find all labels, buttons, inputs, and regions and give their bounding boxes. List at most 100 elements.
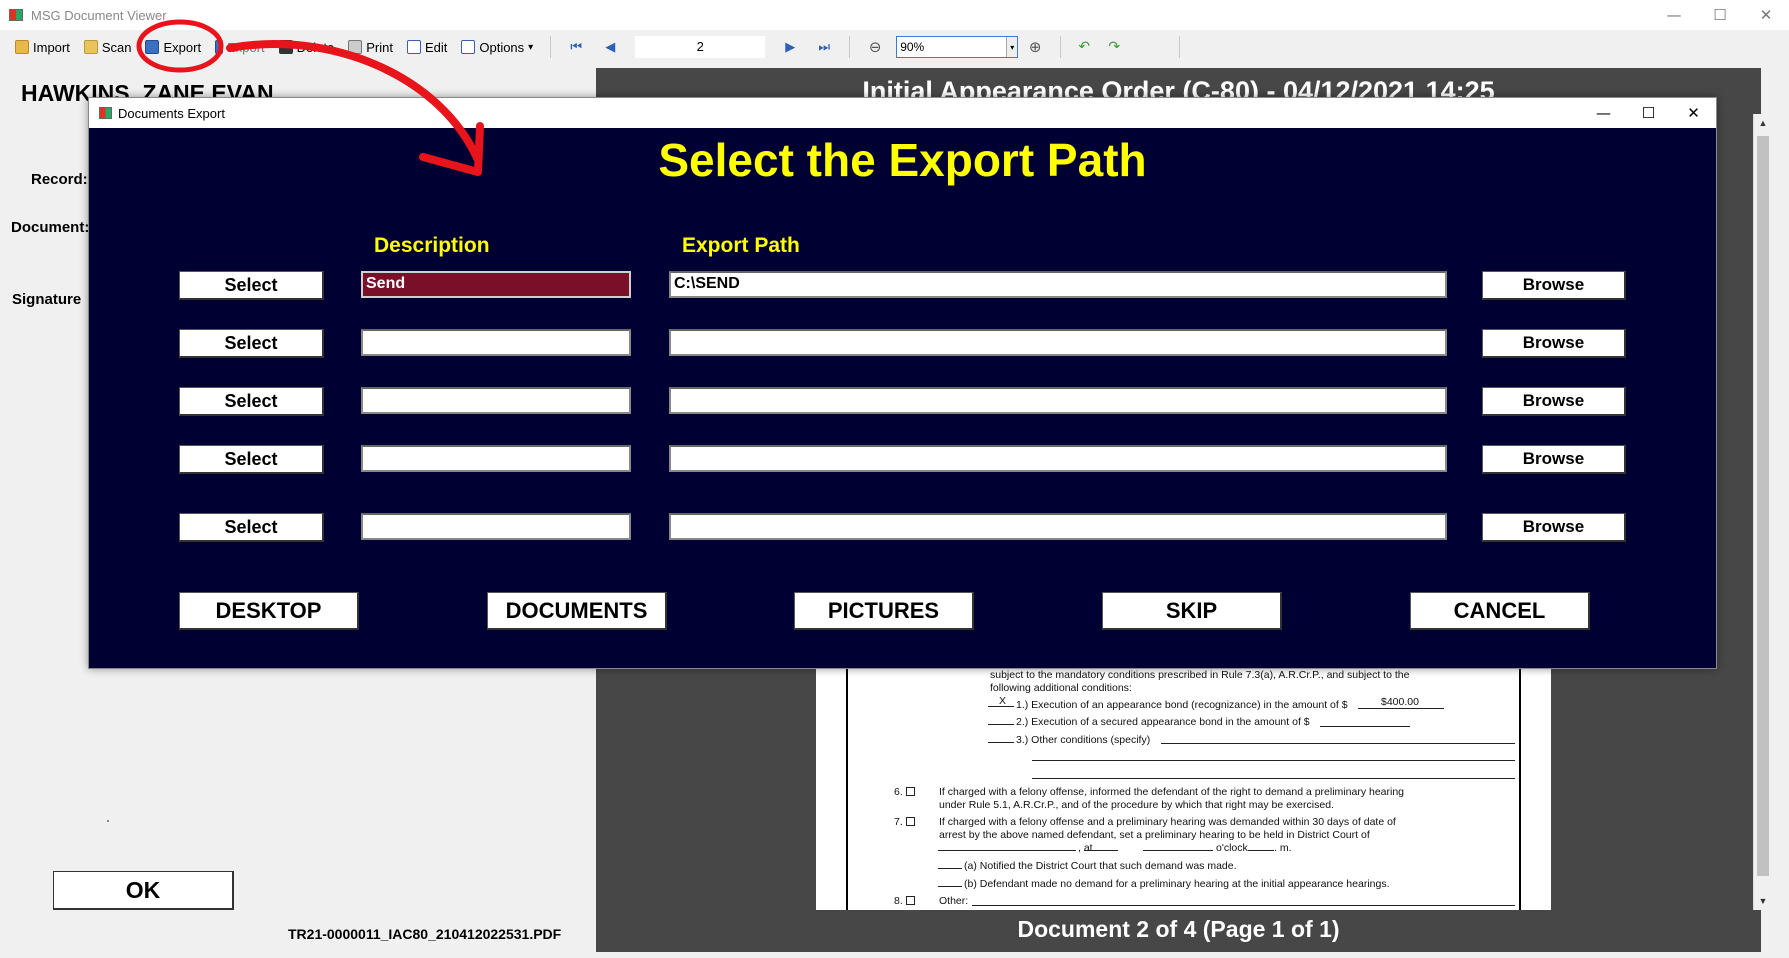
export-path-field-5[interactable] (669, 513, 1447, 540)
zoom-value: 90% (900, 40, 925, 54)
import-button[interactable]: Import (10, 34, 75, 60)
toolbar-divider (550, 36, 552, 58)
doc-item-number-8: 8. (894, 895, 903, 907)
select-button-4[interactable]: Select (179, 445, 324, 474)
signature-mark (107, 820, 109, 822)
scan-label: Scan (101, 39, 132, 55)
checkbox-icon (905, 896, 915, 905)
chevron-down-icon[interactable]: ▾ (1006, 37, 1018, 57)
select-button-5[interactable]: Select (179, 513, 324, 542)
doc-text: 3.) Other conditions (specify) (1016, 734, 1151, 746)
document-icon (461, 40, 476, 54)
doc-underline (1032, 778, 1515, 779)
export-path-field-2[interactable] (669, 329, 1447, 356)
document-page: subject to the mandatory conditions pres… (816, 660, 1551, 910)
page-number-input[interactable]: 2 (635, 36, 766, 58)
doc-amount: $400.00 (1381, 696, 1419, 708)
doc-text: If charged with a felony offense and a p… (939, 816, 1396, 828)
export-path-field-3[interactable] (669, 387, 1447, 414)
doc-text: subject to the mandatory conditions pres… (990, 669, 1410, 681)
delete-button[interactable]: Delete (274, 34, 340, 60)
doc-underline (1084, 850, 1118, 851)
doc-underline (988, 706, 1014, 707)
browse-button-5[interactable]: Browse (1482, 513, 1626, 542)
doc-underline (972, 905, 1515, 906)
rotate-right-icon[interactable]: ↷ (1105, 38, 1123, 56)
pictures-button[interactable]: PICTURES (794, 592, 974, 630)
edit-button[interactable]: Edit (402, 34, 452, 60)
folder-icon (15, 40, 29, 54)
doc-text: under Rule 5.1, A.R.Cr.P., and of the pr… (939, 799, 1334, 811)
scroll-up-icon[interactable]: ▲ (1754, 114, 1772, 132)
app-root: MSG Document Viewer — ☐ ✕ Import Scan Ex… (0, 0, 1789, 958)
select-button-1[interactable]: Select (179, 271, 324, 300)
export-label: Export (163, 39, 202, 55)
cancel-button[interactable]: CANCEL (1410, 592, 1590, 630)
description-column-header: Description (374, 234, 490, 257)
export-path-field-1[interactable]: C:\SEND (669, 271, 1447, 298)
desktop-button[interactable]: DESKTOP (179, 592, 359, 630)
minimize-icon[interactable]: — (1581, 98, 1626, 128)
options-label: Options (479, 39, 525, 55)
export-button[interactable]: Export (140, 34, 206, 60)
description-field-2[interactable] (361, 329, 631, 356)
edit-label: Edit (424, 39, 448, 55)
scrollbar-thumb[interactable] (1757, 136, 1769, 876)
skip-button[interactable]: SKIP (1102, 592, 1282, 630)
toolbar-divider (849, 36, 851, 58)
previous-page-icon[interactable]: ◀ (600, 37, 620, 57)
doc-underline (1161, 743, 1515, 744)
toolbar-divider (1179, 36, 1181, 58)
zoom-in-icon[interactable]: ⊕ (1026, 38, 1044, 56)
documents-button[interactable]: DOCUMENTS (487, 592, 667, 630)
export-path-column-header: Export Path (682, 234, 800, 257)
doc-text: If charged with a felony offense, inform… (939, 786, 1405, 798)
description-field-4[interactable] (361, 445, 631, 472)
description-field-5[interactable] (361, 513, 631, 540)
close-icon[interactable]: ✕ (1743, 0, 1789, 30)
main-titlebar: MSG Document Viewer — ☐ ✕ (0, 0, 1789, 30)
options-button[interactable]: Options ▾ (456, 34, 538, 60)
print-button[interactable]: Print (343, 34, 398, 60)
doc-text: , at (1078, 842, 1093, 854)
doc-text: 1.) Execution of an appearance bond (rec… (1016, 699, 1348, 711)
browse-button-1[interactable]: Browse (1482, 271, 1626, 300)
browse-button-2[interactable]: Browse (1482, 329, 1626, 358)
zoom-out-icon[interactable]: ⊖ (866, 38, 884, 56)
app-icon (99, 107, 112, 119)
minimize-icon[interactable]: — (1651, 0, 1697, 30)
checkbox-icon (905, 817, 915, 826)
description-field-3[interactable] (361, 387, 631, 414)
doc-text: 2.) Execution of a secured appearance bo… (1016, 716, 1310, 728)
file-name: TR21-0000011_IAC80_210412022531.PDF (288, 926, 562, 942)
export-all-button[interactable]: Export (210, 34, 270, 60)
doc-text: following additional conditions: (990, 682, 1132, 694)
description-field-1[interactable]: Send (361, 271, 631, 298)
next-page-icon[interactable]: ▶ (780, 37, 800, 57)
ok-button[interactable]: OK (53, 871, 234, 910)
last-page-icon[interactable]: ⏭ (814, 37, 834, 57)
doc-underline (938, 868, 962, 869)
maximize-icon[interactable]: ☐ (1626, 98, 1671, 128)
doc-underline (1248, 850, 1274, 851)
scroll-down-icon[interactable]: ▼ (1754, 892, 1772, 910)
doc-item-number: 7. (894, 816, 915, 828)
first-page-icon[interactable]: ⏮ (566, 37, 586, 57)
dialog-title: Documents Export (118, 105, 225, 121)
select-button-2[interactable]: Select (179, 329, 324, 358)
maximize-icon[interactable]: ☐ (1697, 0, 1743, 30)
browse-button-4[interactable]: Browse (1482, 445, 1626, 474)
doc-text: . m. (1274, 842, 1292, 854)
scan-button[interactable]: Scan (79, 34, 137, 60)
record-label: Record: (31, 171, 88, 188)
viewer-scrollbar[interactable]: ▲ ▼ (1753, 114, 1771, 910)
zoom-select[interactable]: 90% ▾ (896, 36, 1019, 58)
doc-underline (938, 886, 962, 887)
close-icon[interactable]: ✕ (1671, 98, 1716, 128)
export-all-label: Export (227, 39, 265, 55)
export-path-field-4[interactable] (669, 445, 1447, 472)
browse-button-3[interactable]: Browse (1482, 387, 1626, 416)
rotate-left-icon[interactable]: ↶ (1075, 38, 1093, 56)
app-icon (9, 9, 23, 21)
select-button-3[interactable]: Select (179, 387, 324, 416)
